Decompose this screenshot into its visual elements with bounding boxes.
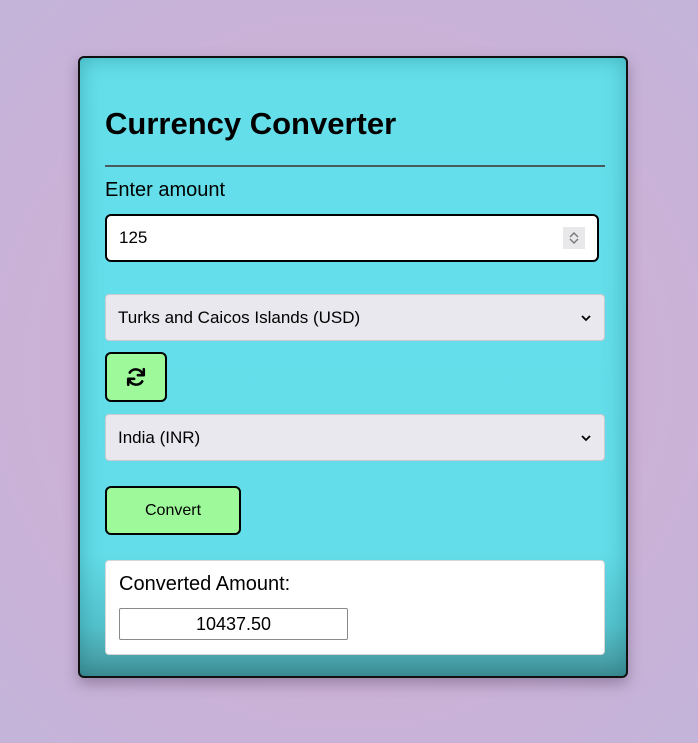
result-value-field: 10437.50	[119, 608, 348, 640]
amount-value: 125	[119, 228, 148, 247]
convert-button[interactable]: Convert	[105, 486, 241, 535]
result-label: Converted Amount:	[119, 573, 291, 595]
number-spinner[interactable]	[563, 227, 585, 249]
amount-label: Enter amount	[105, 179, 226, 201]
to-currency-select[interactable]: India (INR)	[105, 414, 605, 461]
chevron-down-icon	[581, 434, 591, 441]
from-currency-value: Turks and Caicos Islands (USD)	[118, 307, 361, 327]
title-divider	[105, 165, 605, 167]
spinner-down-icon[interactable]	[569, 238, 579, 245]
converter-card: Currency Converter Enter amount 125 Turk…	[78, 56, 628, 678]
chevron-down-icon	[581, 314, 591, 321]
result-panel: Converted Amount: 10437.50	[105, 560, 605, 655]
spinner-up-icon[interactable]	[569, 231, 579, 238]
amount-input[interactable]: 125	[105, 214, 599, 262]
page-title: Currency Converter	[105, 106, 397, 141]
to-currency-value: India (INR)	[118, 427, 201, 447]
refresh-icon	[126, 367, 146, 387]
from-currency-select[interactable]: Turks and Caicos Islands (USD)	[105, 294, 605, 341]
swap-currencies-button[interactable]	[105, 352, 167, 402]
